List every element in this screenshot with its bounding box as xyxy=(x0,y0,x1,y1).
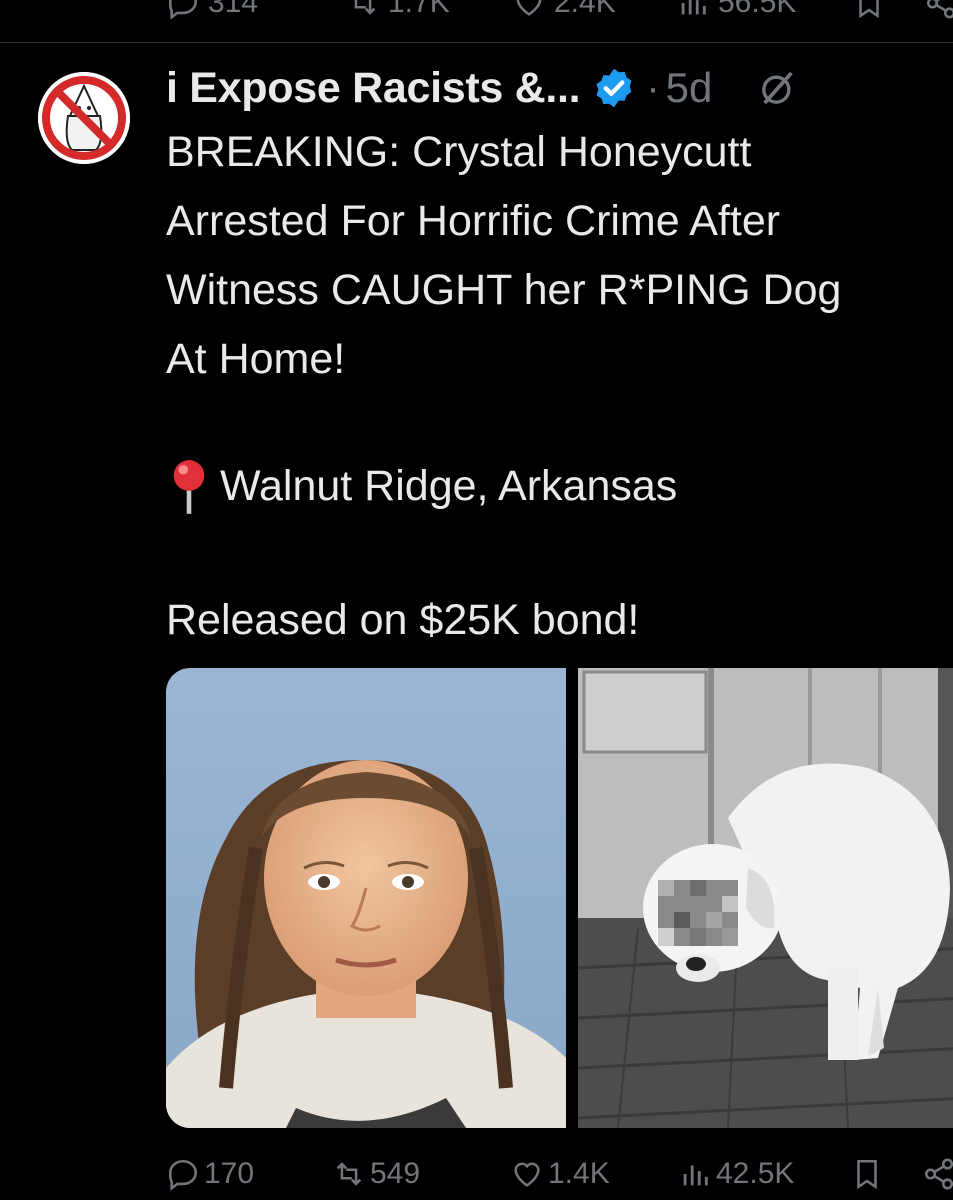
previous-repost-count: 1.7K xyxy=(388,0,450,19)
no-racism-logo-icon xyxy=(38,72,130,164)
dog-photo[interactable] xyxy=(578,668,953,1128)
post-action-bar: 170 549 1.4K 42.5K xyxy=(166,1148,953,1200)
header-separator: · xyxy=(646,65,660,110)
repost-icon xyxy=(354,0,376,15)
author-name[interactable]: i Expose Racists &... xyxy=(166,64,581,113)
like-count: 1.4K xyxy=(548,1157,610,1190)
post-divider xyxy=(0,42,953,43)
post-text: BREAKING: Crystal Honeycutt Arrested For… xyxy=(166,118,953,394)
bookmark-icon xyxy=(857,1159,877,1190)
share-button[interactable] xyxy=(922,1148,953,1200)
post-text-line: Witness CAUGHT her R*PING Dog xyxy=(166,266,842,314)
views-button[interactable]: 42.5K xyxy=(678,1148,794,1200)
author-avatar[interactable] xyxy=(38,72,130,164)
repost-icon xyxy=(336,1162,362,1186)
previous-views-button[interactable]: 56.5K xyxy=(676,0,796,20)
verified-badge-icon[interactable] xyxy=(592,66,636,110)
like-icon xyxy=(514,1162,540,1187)
post-text-line: BREAKING: Crystal Honeycutt xyxy=(166,128,752,176)
post-location: Walnut Ridge, Arkansas xyxy=(220,462,678,510)
mugshot-illustration xyxy=(166,668,566,1128)
post-bond-line: Released on $25K bond! xyxy=(166,596,640,644)
like-button[interactable]: 1.4K xyxy=(510,1148,610,1200)
repost-count: 549 xyxy=(370,1157,421,1190)
previous-bookmark-button[interactable] xyxy=(852,0,886,20)
reply-icon xyxy=(168,0,198,20)
post-text-line: At Home! xyxy=(166,335,346,383)
dog-illustration xyxy=(578,668,953,1128)
views-icon xyxy=(683,1165,708,1186)
view-count: 42.5K xyxy=(716,1157,795,1190)
previous-view-count: 56.5K xyxy=(718,0,797,19)
previous-like-button[interactable]: 2.4K xyxy=(512,0,616,20)
previous-reply-count: 314 xyxy=(208,0,259,19)
previous-share-button[interactable] xyxy=(924,0,953,20)
repost-button[interactable]: 549 xyxy=(332,1148,420,1200)
post-location-line: Walnut Ridge, Arkansas xyxy=(166,452,677,521)
post-header: i Expose Racists &... · 5d xyxy=(166,60,946,116)
share-icon xyxy=(926,0,953,19)
grok-icon[interactable] xyxy=(758,68,798,108)
bookmark-button[interactable] xyxy=(850,1148,884,1200)
like-icon xyxy=(516,0,542,16)
post-media-grid xyxy=(166,668,953,1128)
previous-repost-button[interactable]: 1.7K xyxy=(346,0,450,20)
previous-reply-button[interactable]: 314 xyxy=(166,0,258,20)
views-icon xyxy=(681,0,706,15)
bookmark-icon xyxy=(859,0,879,19)
previous-like-count: 2.4K xyxy=(554,0,616,19)
blurred-face-mosaic xyxy=(658,880,738,946)
reply-icon xyxy=(168,1159,198,1191)
post-text-line: Arrested For Horrific Crime After xyxy=(166,197,781,245)
reply-count: 170 xyxy=(204,1157,255,1190)
mugshot-photo[interactable] xyxy=(166,668,566,1128)
previous-post-action-bar: 314 1.7K 2.4K 56.5K xyxy=(0,0,953,20)
post-timestamp[interactable]: 5d xyxy=(666,64,713,112)
reply-button[interactable]: 170 xyxy=(166,1148,254,1200)
share-icon xyxy=(924,1158,953,1190)
round-pushpin-icon xyxy=(173,459,205,514)
